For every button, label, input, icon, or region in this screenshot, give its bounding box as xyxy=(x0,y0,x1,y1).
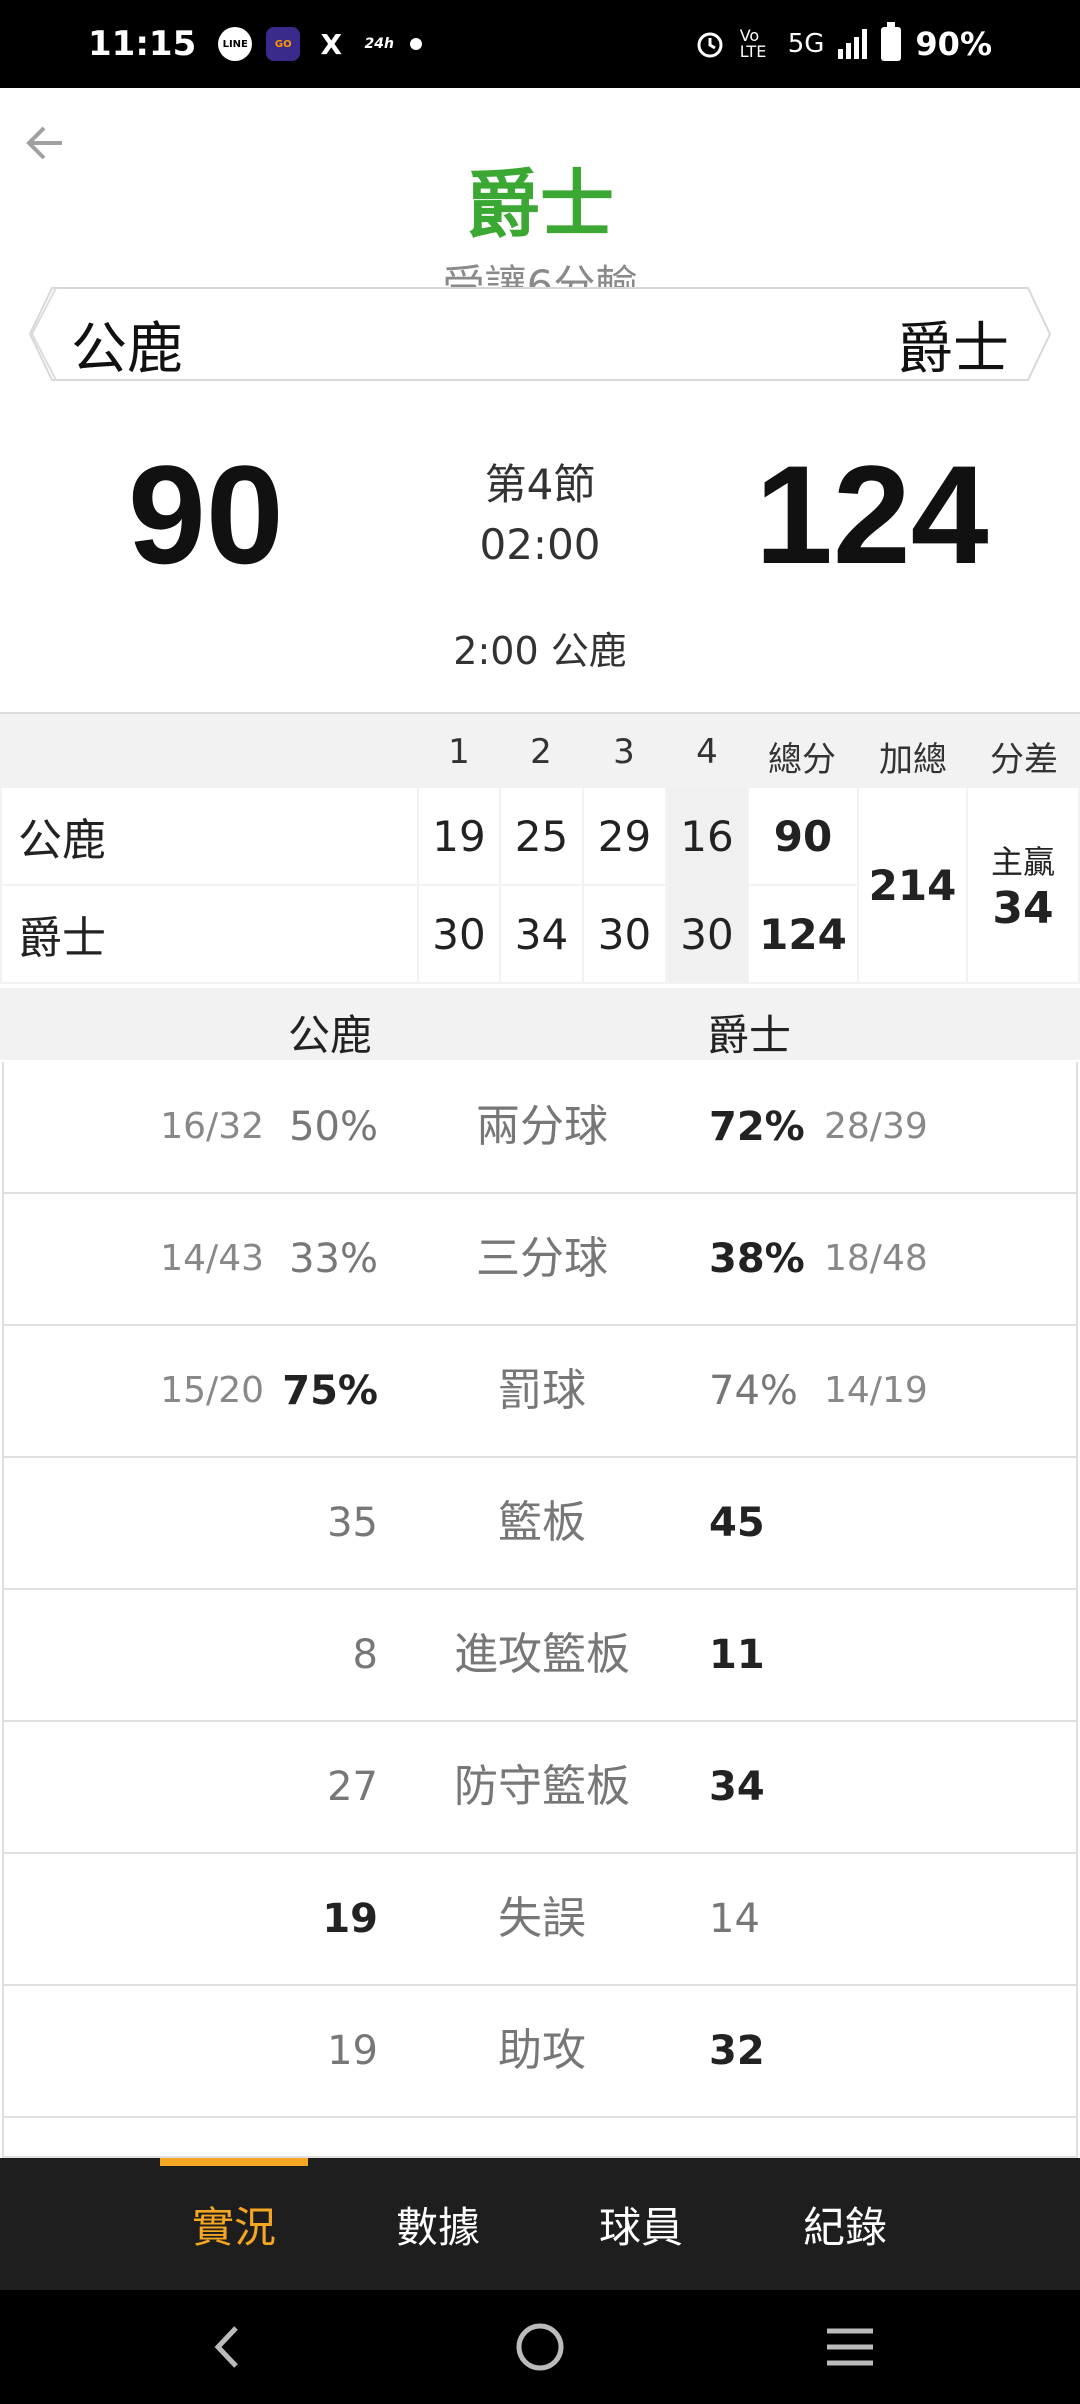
game-period: 第4節 02:00 xyxy=(440,455,640,575)
system-nav-bar xyxy=(0,2290,1080,2404)
header-q1: 1 xyxy=(448,732,470,772)
line-score-cell: 30 xyxy=(419,886,499,982)
line-score-team-away: 公鹿 xyxy=(2,788,417,884)
away-team-name: 公鹿 xyxy=(71,317,183,382)
alarm-icon xyxy=(697,32,723,58)
stat-row-3pt: 14/43 33% 三分球 38% 18/48 xyxy=(4,1194,1076,1326)
line-score-total: 90 xyxy=(749,788,857,884)
battery-icon xyxy=(881,22,902,61)
line-score-table: 1 2 3 4 總分 加總 分差 公鹿 19 25 29 16 90 爵士 30… xyxy=(0,712,1080,984)
stats-away-team: 公鹿 xyxy=(288,1011,373,1060)
last-play: 2:00 公鹿 xyxy=(453,629,627,673)
combined-total: 214 xyxy=(859,788,966,982)
away-fraction: 16/32 xyxy=(160,1106,264,1147)
home-fraction: 28/39 xyxy=(824,1106,928,1147)
stats-home-team: 爵士 xyxy=(707,1011,792,1060)
team-stats-list: 16/32 50% 兩分球 72% 28/39 14/43 33% 三分球 38… xyxy=(2,1062,1078,2158)
notification-icons: LINE GO X 24h xyxy=(218,27,423,61)
line-score-cell: 25 xyxy=(501,788,582,884)
network-type: 5G xyxy=(787,29,825,59)
header-q3: 3 xyxy=(613,732,635,772)
favored-team: 爵士 xyxy=(466,162,614,248)
line-score-cell: 30 xyxy=(667,886,747,982)
line-icon: LINE xyxy=(218,27,253,61)
home-value: 11 xyxy=(709,1632,765,1678)
home-value: 34 xyxy=(709,1764,765,1810)
stat-row-rebounds: 35 籃板 45 xyxy=(4,1458,1076,1590)
line-score-cell: 29 xyxy=(584,788,665,884)
home-value: 72% xyxy=(709,1104,805,1150)
point-diff-label: 主贏 xyxy=(990,842,1055,881)
header-q4: 4 xyxy=(696,732,718,772)
point-diff: 主贏 34 xyxy=(968,788,1078,982)
status-bar: 11:15 LINE GO X 24h Vo LTE 5G 90% xyxy=(0,0,1080,88)
stat-label: 籃板 xyxy=(498,1497,586,1548)
line-score-cell: 19 xyxy=(419,788,499,884)
dot-icon xyxy=(410,38,423,50)
bottom-tab-bar: 實況 數據 球員 紀錄 xyxy=(0,2158,1080,2290)
stat-row-assists: 19 助攻 32 xyxy=(4,1986,1076,2118)
away-fraction: 15/20 xyxy=(160,1370,264,1411)
battery-percent: 90% xyxy=(915,25,992,63)
happy-go-icon: GO xyxy=(266,27,301,61)
header-diff: 分差 xyxy=(990,740,1058,780)
stat-label: 三分球 xyxy=(476,1233,608,1284)
matchup-banner: 公鹿 爵士 xyxy=(26,284,1054,384)
stat-row-turnovers: 19 失誤 14 xyxy=(4,1854,1076,1986)
stat-row-def-rebounds: 27 防守籃板 34 xyxy=(4,1722,1076,1854)
home-value: 14 xyxy=(709,1896,760,1942)
home-value: 74% xyxy=(709,1368,798,1414)
line-score-team-home: 爵士 xyxy=(2,886,417,982)
header-combined: 加總 xyxy=(879,740,947,780)
period-label: 第4節 xyxy=(484,460,596,509)
stat-row-ft: 15/20 75% 罰球 74% 14/19 xyxy=(4,1326,1076,1458)
stat-label: 進攻籃板 xyxy=(454,1629,630,1680)
x-app-icon: X xyxy=(320,27,343,61)
header-total: 總分 xyxy=(768,740,836,780)
home-value: 45 xyxy=(709,1500,765,1546)
stat-row-off-rebounds: 8 進攻籃板 11 xyxy=(4,1590,1076,1722)
stats-header: 公鹿 爵士 xyxy=(0,988,1080,1060)
home-team-name: 爵士 xyxy=(897,317,1009,382)
point-diff-value: 34 xyxy=(992,882,1054,934)
away-score: 90 xyxy=(128,436,284,593)
status-time: 11:15 xyxy=(88,24,197,64)
home-nav-icon[interactable] xyxy=(480,2290,600,2404)
stat-label: 罰球 xyxy=(498,1365,586,1416)
line-score-cell: 34 xyxy=(501,886,582,982)
volte-icon: Vo LTE xyxy=(739,26,767,61)
away-fraction: 14/43 xyxy=(160,1238,264,1279)
line-score-total: 124 xyxy=(749,886,857,982)
home-fraction: 14/19 xyxy=(824,1370,928,1411)
tab-records[interactable]: 紀錄 xyxy=(745,2158,945,2290)
tab-stats[interactable]: 數據 xyxy=(338,2158,538,2290)
line-score-cell: 30 xyxy=(584,886,665,982)
stat-label: 防守籃板 xyxy=(454,1761,630,1812)
stat-label: 失誤 xyxy=(498,1893,586,1944)
home-value: 38% xyxy=(709,1236,805,1282)
24h-icon: 24h xyxy=(364,36,394,52)
stat-row-2pt: 16/32 50% 兩分球 72% 28/39 xyxy=(4,1062,1076,1194)
home-fraction: 18/48 xyxy=(824,1238,928,1279)
header-q2: 2 xyxy=(530,732,552,772)
tab-live[interactable]: 實況 xyxy=(134,2158,334,2290)
recents-nav-icon[interactable] xyxy=(790,2290,910,2404)
line-score-header: 1 2 3 4 總分 加總 分差 xyxy=(0,714,1080,786)
game-clock: 02:00 xyxy=(479,520,601,569)
home-score: 124 xyxy=(755,436,989,593)
stat-label: 兩分球 xyxy=(476,1101,608,1152)
line-score-cell: 16 xyxy=(667,788,747,884)
home-value: 32 xyxy=(709,2028,765,2074)
signal-icon xyxy=(838,29,868,59)
back-nav-icon[interactable] xyxy=(168,2290,288,2404)
tab-players[interactable]: 球員 xyxy=(541,2158,741,2290)
stat-label: 助攻 xyxy=(498,2025,586,2076)
